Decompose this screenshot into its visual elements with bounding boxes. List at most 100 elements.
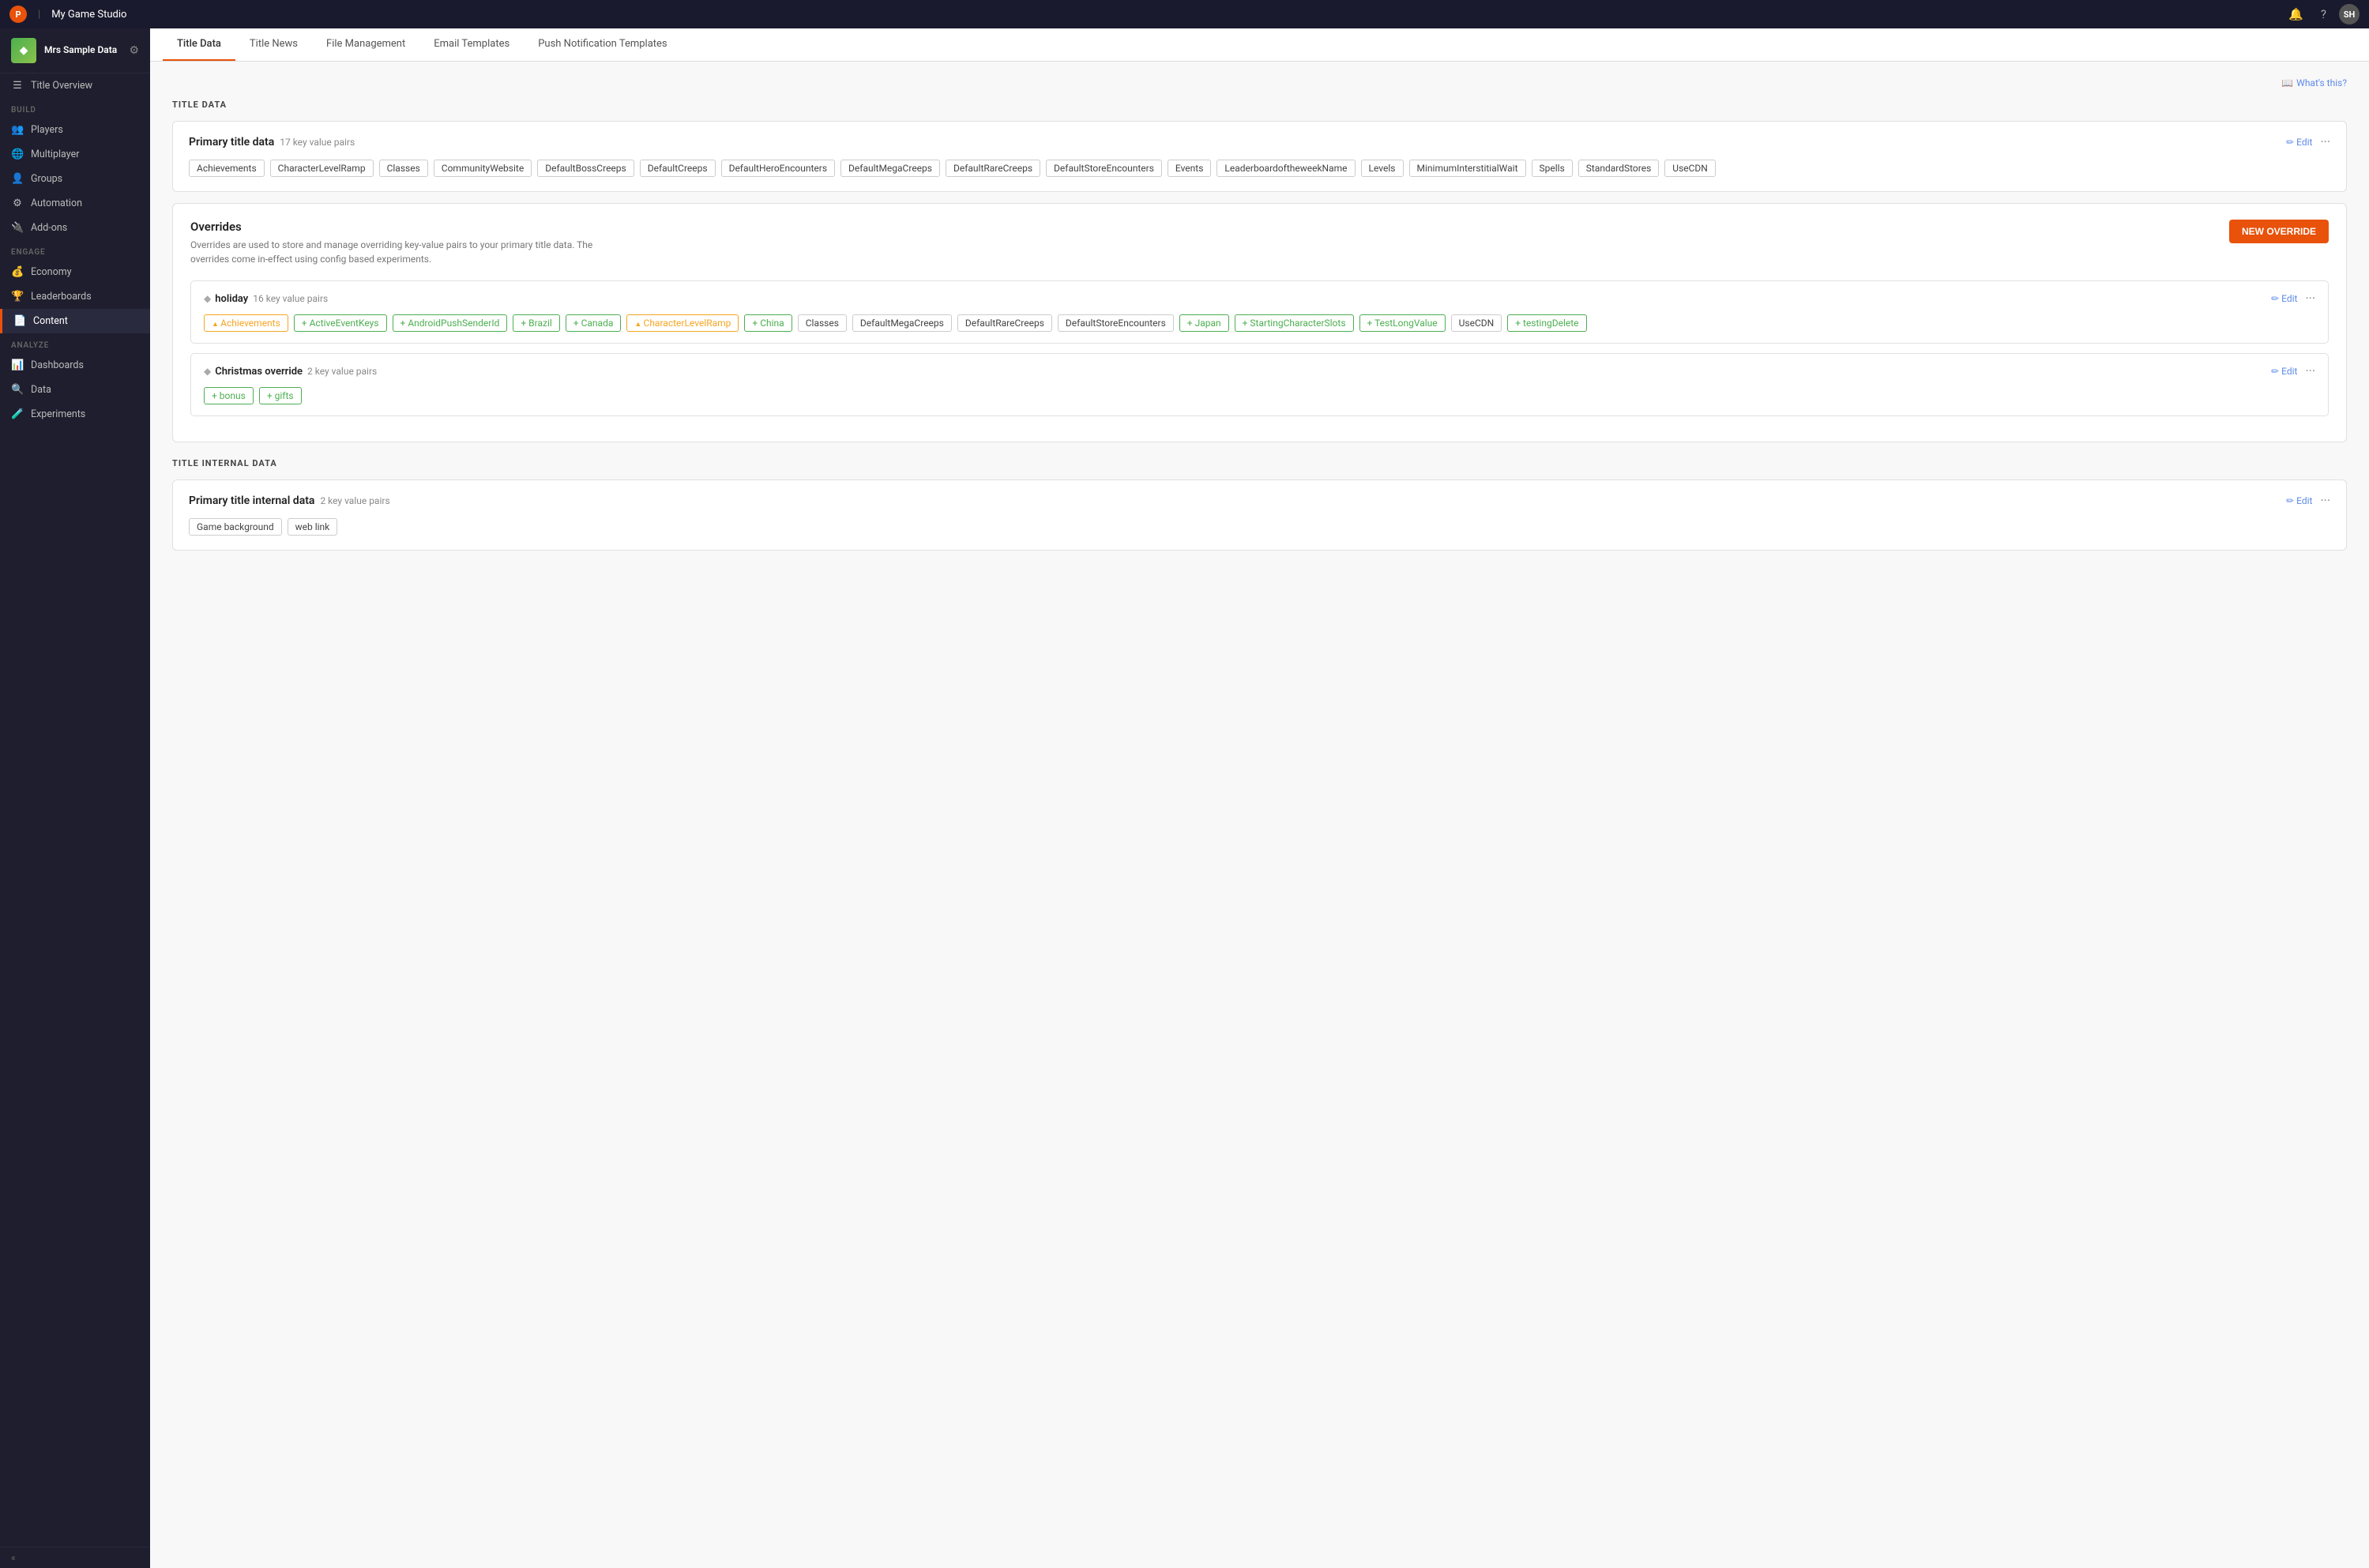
addons-icon: 🔌 — [11, 222, 24, 234]
tag: DefaultRareCreeps — [957, 314, 1052, 332]
build-section-label: BUILD — [0, 98, 150, 118]
tab-title-data[interactable]: Title Data — [163, 28, 235, 61]
override-christmas-tags: bonus gifts — [204, 387, 2315, 404]
tag: MinimumInterstitialWait — [1409, 160, 1526, 177]
multiplayer-icon: 🌐 — [11, 149, 24, 160]
tag: UseCDN — [1451, 314, 1502, 332]
whats-this-link[interactable]: 📖 What's this? — [172, 77, 2347, 88]
topbar: P | My Game Studio 🔔 ? SH — [0, 0, 2369, 28]
user-avatar[interactable]: SH — [2339, 4, 2360, 24]
leaderboards-icon: 🏆 — [11, 291, 24, 303]
title-data-section-label: TITLE DATA — [172, 100, 2347, 110]
sidebar-item-content[interactable]: 📄 Content — [0, 309, 150, 333]
primary-internal-more-button[interactable]: ··· — [2320, 494, 2330, 507]
tag: DefaultRareCreeps — [946, 160, 1040, 177]
sidebar-item-economy[interactable]: 💰 Economy — [0, 260, 150, 284]
topbar-divider: | — [38, 9, 40, 21]
page-content: 📖 What's this? TITLE DATA Primary title … — [150, 62, 2369, 1568]
tag: Classes — [798, 314, 847, 332]
override-item-holiday: ◆ holiday 16 key value pairs ✏ Edit ··· — [190, 280, 2329, 344]
tag: Brazil — [513, 314, 559, 332]
sidebar-item-automation[interactable]: ⚙ Automation — [0, 191, 150, 216]
collapse-button[interactable]: « — [0, 1547, 150, 1568]
tag: LeaderboardoftheweekName — [1216, 160, 1355, 177]
automation-icon: ⚙ — [11, 197, 24, 209]
tag: Events — [1168, 160, 1212, 177]
overrides-header: Overrides Overrides are used to store an… — [190, 220, 2329, 266]
sidebar-item-groups[interactable]: 👤 Groups — [0, 167, 150, 191]
overrides-description: Overrides are used to store and manage o… — [190, 238, 633, 266]
profile-name: Mrs Sample Data — [44, 44, 117, 57]
tag: Achievements — [204, 314, 288, 332]
edit-icon: ✏ — [2286, 137, 2294, 148]
tab-title-news[interactable]: Title News — [235, 28, 312, 61]
sidebar-item-multiplayer[interactable]: 🌐 Multiplayer — [0, 142, 150, 167]
primary-title-more-button[interactable]: ··· — [2320, 136, 2330, 149]
internal-data-section-label: TITLE INTERNAL DATA — [172, 458, 2347, 468]
sidebar-item-players[interactable]: 👥 Players — [0, 118, 150, 142]
edit-icon: ✏ — [2271, 293, 2279, 304]
tab-file-management[interactable]: File Management — [312, 28, 419, 61]
sidebar-item-title-overview[interactable]: ☰ Title Overview — [0, 73, 150, 98]
tab-push-notifications[interactable]: Push Notification Templates — [524, 28, 681, 61]
primary-internal-edit-button[interactable]: ✏ Edit — [2286, 495, 2312, 506]
override-christmas-more-button[interactable]: ··· — [2305, 365, 2315, 378]
override-name-holiday: holiday — [215, 293, 248, 305]
primary-title-actions: ✏ Edit ··· — [2286, 136, 2330, 149]
content-icon: 📄 — [13, 315, 26, 327]
main-layout: ◆ Mrs Sample Data ⚙ ☰ Title Overview BUI… — [0, 28, 2369, 1568]
notification-icon[interactable]: 🔔 — [2284, 7, 2308, 21]
sidebar-item-dashboards[interactable]: 📊 Dashboards — [0, 353, 150, 378]
override-christmas-actions: ✏ Edit ··· — [2271, 365, 2315, 378]
tag: UseCDN — [1664, 160, 1716, 177]
settings-icon[interactable]: ⚙ — [129, 44, 139, 57]
primary-title-card: Primary title data 17 key value pairs ✏ … — [172, 121, 2347, 192]
studio-name: My Game Studio — [51, 9, 126, 21]
overrides-header-text: Overrides Overrides are used to store an… — [190, 220, 633, 266]
groups-icon: 👤 — [11, 173, 24, 185]
sidebar-item-experiments[interactable]: 🧪 Experiments — [0, 402, 150, 427]
override-christmas-edit-button[interactable]: ✏ Edit — [2271, 366, 2297, 377]
players-icon: 👥 — [11, 124, 24, 136]
primary-title-edit-button[interactable]: ✏ Edit — [2286, 137, 2312, 148]
sidebar-item-label: Experiments — [31, 408, 85, 420]
tabs-bar: Title Data Title News File Management Em… — [150, 28, 2369, 62]
tag: CharacterLevelRamp — [270, 160, 374, 177]
sidebar-item-leaderboards[interactable]: 🏆 Leaderboards — [0, 284, 150, 309]
tab-email-templates[interactable]: Email Templates — [419, 28, 524, 61]
economy-icon: 💰 — [11, 266, 24, 278]
tag: StandardStores — [1578, 160, 1660, 177]
overview-icon: ☰ — [11, 80, 24, 92]
override-holiday-more-button[interactable]: ··· — [2305, 292, 2315, 305]
sidebar-item-label: Groups — [31, 173, 62, 185]
sidebar-item-label: Dashboards — [31, 359, 84, 371]
override-item-christmas: ◆ Christmas override 2 key value pairs ✏… — [190, 353, 2329, 416]
tag: Canada — [566, 314, 622, 332]
sidebar-item-addons[interactable]: 🔌 Add-ons — [0, 216, 150, 240]
override-holiday-edit-button[interactable]: ✏ Edit — [2271, 293, 2297, 304]
sidebar-item-label: Title Overview — [31, 80, 92, 92]
primary-internal-actions: ✏ Edit ··· — [2286, 494, 2330, 507]
sidebar-item-data[interactable]: 🔍 Data — [0, 378, 150, 402]
override-holiday-actions: ✏ Edit ··· — [2271, 292, 2315, 305]
sidebar-item-label: Leaderboards — [31, 291, 92, 303]
overrides-title: Overrides — [190, 220, 633, 234]
tag: AndroidPushSenderId — [393, 314, 508, 332]
tag: DefaultStoreEncounters — [1046, 160, 1162, 177]
sidebar-item-label: Data — [31, 384, 51, 396]
engage-section-label: ENGAGE — [0, 240, 150, 260]
tag: gifts — [259, 387, 302, 404]
new-override-button[interactable]: NEW OVERRIDE — [2229, 220, 2329, 243]
data-icon: 🔍 — [11, 384, 24, 396]
edit-icon: ✏ — [2271, 366, 2279, 377]
tag: DefaultCreeps — [640, 160, 716, 177]
tag: DefaultHeroEncounters — [721, 160, 835, 177]
tag: testingDelete — [1507, 314, 1586, 332]
primary-title-tags: Achievements CharacterLevelRamp Classes … — [189, 160, 2330, 177]
primary-internal-pairs: 2 key value pairs — [320, 495, 389, 506]
sidebar-item-label: Add-ons — [31, 222, 67, 234]
profile-icon: ◆ — [11, 38, 36, 63]
tag: CommunityWebsite — [434, 160, 532, 177]
edit-icon: ✏ — [2286, 495, 2294, 506]
help-icon[interactable]: ? — [2316, 7, 2331, 21]
